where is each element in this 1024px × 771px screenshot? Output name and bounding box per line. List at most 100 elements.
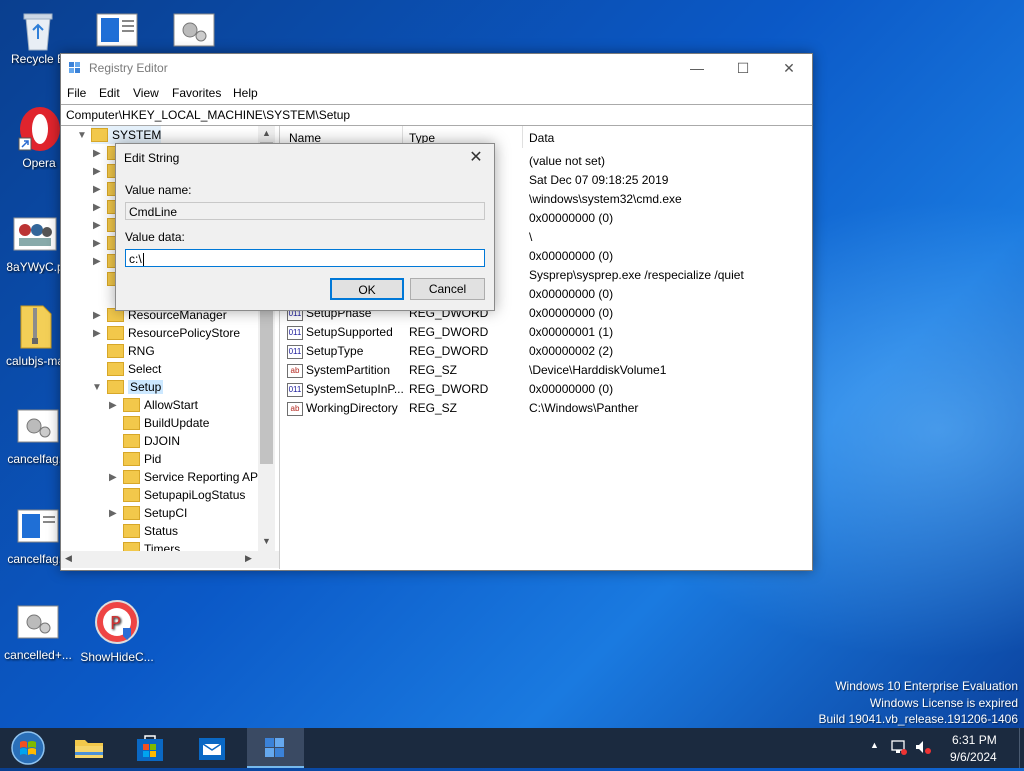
maximize-button[interactable]: ☐ xyxy=(720,54,766,82)
menu-bar: File Edit View Favorites Help xyxy=(61,82,812,104)
chevron-down-icon[interactable]: ▼ xyxy=(92,382,102,393)
dword-value-icon: 011 xyxy=(287,325,303,340)
folder-icon xyxy=(123,469,140,484)
speaker-muted-icon[interactable] xyxy=(914,738,932,759)
desktop-icon-settings-file-3[interactable]: cancelled+... xyxy=(0,604,76,662)
tree-item-service-reporting-api[interactable]: Service Reporting API xyxy=(123,468,261,486)
value-name-cell: ab WorkingDirectory xyxy=(287,401,398,416)
scroll-down-icon[interactable]: ▼ xyxy=(262,536,271,546)
scroll-left-icon[interactable]: ◀ xyxy=(65,553,72,564)
value-data-cell: (value not set) xyxy=(529,154,606,168)
edit-string-dialog[interactable]: Edit String ✕ Value name: CmdLine Value … xyxy=(115,143,495,311)
address-bar[interactable]: Computer\HKEY_LOCAL_MACHINE\SYSTEM\Setup xyxy=(61,104,812,126)
tree-horizontal-scrollbar[interactable]: ◀ ▶ xyxy=(61,551,279,568)
folder-icon xyxy=(107,379,124,394)
value-type-cell: REG_DWORD xyxy=(409,325,489,339)
registry-editor-window[interactable]: Registry Editor — ☐ ✕ File Edit View Fav… xyxy=(60,53,813,571)
title-bar[interactable]: Registry Editor — ☐ ✕ xyxy=(61,54,812,82)
taskbar-store[interactable] xyxy=(126,728,174,768)
tree-item-setupci[interactable]: SetupCI xyxy=(123,504,187,522)
image-file-icon xyxy=(13,216,57,256)
chevron-right-icon[interactable]: ▶ xyxy=(93,184,101,195)
minimize-button[interactable]: — xyxy=(674,54,720,82)
tree-item-label-selected: Setup xyxy=(128,380,164,394)
store-icon xyxy=(137,735,163,761)
tree-item-setupapilogstatus[interactable]: SetupapiLogStatus xyxy=(123,486,245,504)
menu-file[interactable]: File xyxy=(67,86,86,100)
folder-icon xyxy=(123,523,140,538)
value-data-cell: Sat Dec 07 09:18:25 2019 xyxy=(529,173,669,187)
tree-item-djoin[interactable]: DJOIN xyxy=(123,432,180,450)
tree-item-label: AllowStart xyxy=(144,398,199,412)
desktop-icon-showhide[interactable]: P ShowHideC... xyxy=(79,600,155,664)
chevron-right-icon[interactable]: ▶ xyxy=(93,220,101,231)
value-name: SetupSupported xyxy=(306,325,393,339)
taskbar-mail[interactable] xyxy=(188,728,236,768)
value-data-cell: 0x00000002 (2) xyxy=(529,344,614,358)
chevron-right-icon[interactable]: ▶ xyxy=(109,472,117,483)
tree-item-rng[interactable]: RNG xyxy=(107,342,155,360)
chevron-right-icon[interactable]: ▶ xyxy=(109,400,117,411)
chevron-down-icon[interactable]: ▼ xyxy=(77,130,87,141)
menu-edit[interactable]: Edit xyxy=(99,86,120,100)
value-data-input[interactable]: c:\ xyxy=(125,249,485,267)
ok-button[interactable]: OK xyxy=(330,278,404,300)
value-name-label: Value name: xyxy=(125,183,192,197)
desktop-icon-label: ShowHideC... xyxy=(80,650,154,664)
close-button[interactable]: ✕ xyxy=(766,54,812,82)
tree-item-buildupdate[interactable]: BuildUpdate xyxy=(123,414,209,432)
value-data-cell: C:\Windows\Panther xyxy=(529,401,639,415)
tree-item-label: SetupapiLogStatus xyxy=(144,488,246,502)
scroll-right-icon[interactable]: ▶ xyxy=(245,553,252,564)
dialog-close-button[interactable]: ✕ xyxy=(462,146,490,170)
value-data-cell: 0x00000000 (0) xyxy=(529,249,614,263)
taskbar-file-explorer[interactable] xyxy=(65,728,113,768)
string-value-icon: ab xyxy=(287,363,303,378)
scroll-up-icon[interactable]: ▲ xyxy=(262,128,271,138)
folder-icon xyxy=(107,343,124,358)
tree-item-label: SYSTEM xyxy=(112,128,162,142)
folder-icon xyxy=(123,397,140,412)
value-name-cell: 011 SetupSupported xyxy=(287,325,393,340)
clock-time[interactable]: 6:31 PM xyxy=(952,733,997,747)
chevron-right-icon[interactable]: ▶ xyxy=(93,148,101,159)
desktop-icon-settings-file[interactable] xyxy=(156,12,232,56)
network-icon[interactable] xyxy=(890,738,908,759)
clock-date[interactable]: 9/6/2024 xyxy=(950,750,997,764)
tree-item-pid[interactable]: Pid xyxy=(123,450,161,468)
taskbar-registry-editor[interactable] xyxy=(247,728,304,768)
value-data-cell: \Device\HarddiskVolume1 xyxy=(529,363,667,377)
desktop-icon-window-file[interactable] xyxy=(79,12,155,56)
chevron-right-icon[interactable]: ▶ xyxy=(93,256,101,267)
tree-item-label: ResourcePolicyStore xyxy=(128,326,241,340)
chevron-right-icon[interactable]: ▶ xyxy=(93,310,101,321)
chevron-right-icon[interactable]: ▶ xyxy=(109,508,117,519)
chevron-right-icon[interactable]: ▶ xyxy=(93,328,101,339)
tree-item-status[interactable]: Status xyxy=(123,522,178,540)
tree-item-allowstart[interactable]: AllowStart xyxy=(123,396,198,414)
chevron-right-icon[interactable]: ▶ xyxy=(93,238,101,249)
tree-item-timers[interactable]: Timers xyxy=(123,540,180,551)
chevron-up-icon[interactable]: ▲ xyxy=(870,740,879,750)
column-header-data[interactable]: Data xyxy=(529,131,554,145)
tree-item-label: Status xyxy=(144,524,179,538)
tree-item-resourcepolicystore[interactable]: ResourcePolicyStore xyxy=(107,324,240,342)
column-divider[interactable] xyxy=(522,126,523,148)
taskbar: ▲ 6:31 PM 9/6/2024 xyxy=(0,728,1024,768)
value-data-cell: 0x00000000 (0) xyxy=(529,306,614,320)
value-name-cell: ab SystemPartition xyxy=(287,363,390,378)
value-type-cell: REG_DWORD xyxy=(409,344,489,358)
tree-item-setup[interactable]: Setup xyxy=(107,378,164,396)
show-desktop-button[interactable] xyxy=(1019,728,1024,768)
menu-help[interactable]: Help xyxy=(233,86,258,100)
cancel-button[interactable]: Cancel xyxy=(410,278,485,300)
start-button[interactable] xyxy=(2,728,54,768)
menu-view[interactable]: View xyxy=(133,86,159,100)
tree-item-system[interactable]: SYSTEM xyxy=(91,126,162,144)
tree-item-select[interactable]: Select xyxy=(107,360,161,378)
value-name: WorkingDirectory xyxy=(306,401,398,415)
menu-favorites[interactable]: Favorites xyxy=(172,86,221,100)
chevron-right-icon[interactable]: ▶ xyxy=(93,166,101,177)
value-data-cell: 0x00000001 (1) xyxy=(529,325,614,339)
chevron-right-icon[interactable]: ▶ xyxy=(93,202,101,213)
